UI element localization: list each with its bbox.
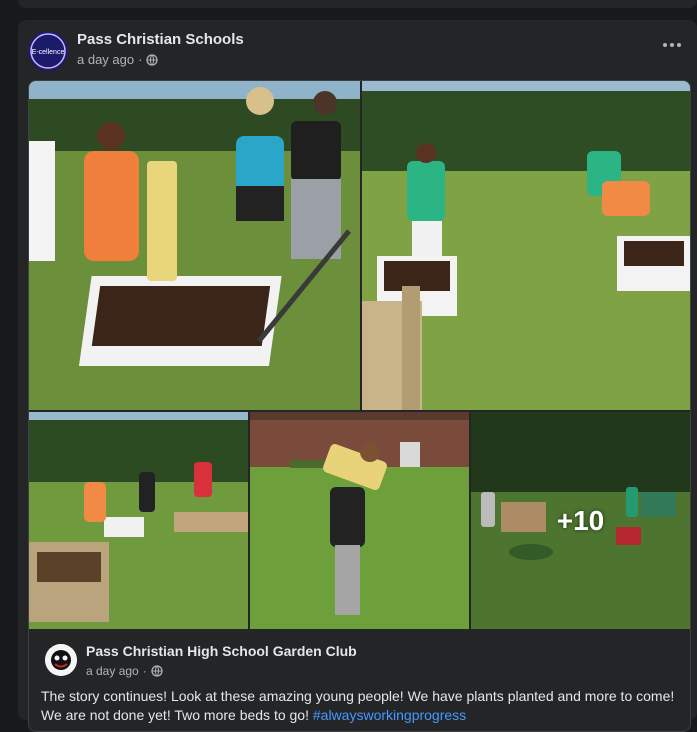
post-author-name[interactable]: Pass Christian Schools (77, 31, 244, 48)
feed-post: E-cellence Pass Christian Schools a day … (18, 20, 697, 732)
svg-text:E-cellence: E-cellence (32, 49, 65, 56)
hashtag-link[interactable]: #alwaysworkingprogress (313, 707, 466, 723)
previous-post-edge (18, 0, 697, 8)
shared-post: +10 Pass Christian High School Garden Cl… (28, 80, 691, 732)
shared-post-header: Pass Christian High School Garden Club a… (29, 629, 690, 731)
photo-5[interactable]: +10 (471, 412, 690, 629)
more-options-icon[interactable] (661, 38, 683, 52)
post-timestamp[interactable]: a day ago (77, 52, 134, 67)
shared-post-meta: a day ago · (86, 664, 163, 678)
post-meta: a day ago · (77, 52, 159, 67)
photo-4[interactable] (250, 412, 469, 629)
shared-post-author[interactable]: Pass Christian High School Garden Club (86, 643, 357, 659)
photo-2[interactable] (362, 81, 690, 410)
photo-3[interactable] (29, 412, 248, 629)
page-avatar[interactable]: E-cellence (28, 31, 68, 71)
globe-icon (146, 53, 159, 66)
more-photos-count[interactable]: +10 (471, 412, 690, 629)
meta-separator: · (142, 664, 147, 678)
shared-post-timestamp[interactable]: a day ago (86, 664, 139, 678)
garden-club-avatar[interactable] (45, 644, 77, 676)
globe-icon (151, 665, 163, 677)
meta-separator: · (138, 52, 143, 67)
shared-post-text: The story continues! Look at these amazi… (41, 687, 681, 725)
photo-1[interactable] (29, 81, 360, 410)
